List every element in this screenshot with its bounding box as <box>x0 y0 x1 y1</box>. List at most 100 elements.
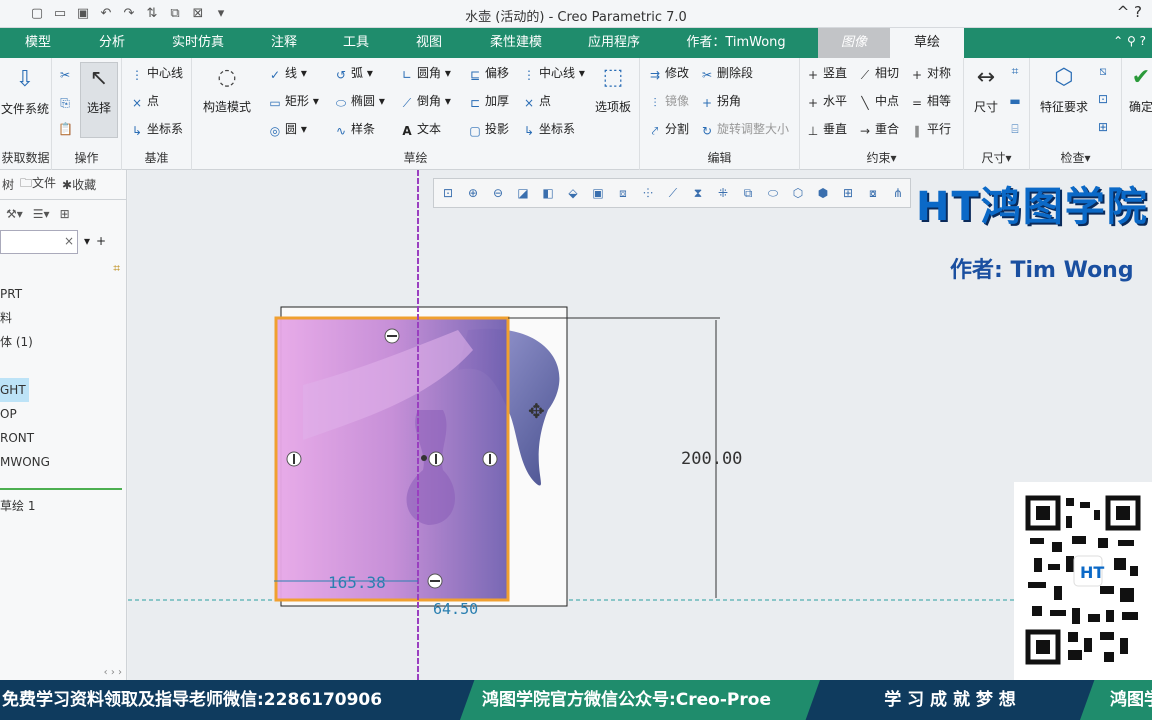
thicken-button[interactable]: ⊏ 加厚 <box>468 92 509 110</box>
midpoint-constraint-button[interactable]: ╲ 中点 <box>858 92 899 110</box>
tree-item-selected[interactable]: GHT <box>0 378 126 402</box>
tree-item[interactable]: 料 <box>0 306 126 330</box>
dimension-small[interactable]: 64.50 <box>433 600 478 618</box>
overlapping-geometry-icon[interactable]: ⊞ <box>1096 118 1113 134</box>
sketch-view-icon[interactable]: ⟋ <box>665 185 681 201</box>
tree-search-input[interactable]: × <box>0 230 78 254</box>
dimension-button[interactable]: ↔ 尺寸 <box>966 62 1006 115</box>
rotate-resize-button[interactable]: ↻ 旋转调整大小 <box>700 120 789 138</box>
panel-tab-tree[interactable]: 树 <box>2 176 14 193</box>
section-icon[interactable]: ⧇ <box>865 185 881 201</box>
tab-applications[interactable]: 应用程序 <box>576 28 652 58</box>
sketch-point-button[interactable]: × 点 <box>522 92 551 110</box>
cut-icon[interactable]: ✂ <box>58 66 75 82</box>
dimension-width[interactable]: 165.38 <box>328 573 386 592</box>
offset-button[interactable]: ⊑ 偏移 <box>468 64 509 82</box>
modify-button[interactable]: ⇉ 修改 <box>648 64 689 82</box>
search-dropdown-icon[interactable]: ▾ <box>84 234 90 248</box>
sketch-canvas[interactable]: ✥ 200.00 165.38 64.50 <box>128 170 1152 680</box>
datum-csys-button[interactable]: ↳ 坐标系 <box>130 120 183 138</box>
tab-flexible-modeling[interactable]: 柔性建模 <box>478 28 554 58</box>
shade-closed-loops-icon[interactable]: ⊡ <box>1096 90 1113 106</box>
palette-button[interactable]: ⬚ 选项板 <box>590 62 636 115</box>
file-system-button[interactable]: ⇩ 文件系统 <box>0 64 50 117</box>
group-label-constraint[interactable]: 约束▾ <box>800 149 963 166</box>
repaint-icon[interactable]: ◪ <box>515 185 531 201</box>
arc-button[interactable]: ↺ 弧 ▾ <box>334 64 373 82</box>
tab-model[interactable]: 模型 <box>10 28 66 58</box>
tree-columns-icon[interactable]: ⊞ <box>60 207 70 221</box>
clear-search-icon[interactable]: × <box>64 234 74 248</box>
tree-scroll-arrows[interactable]: ‹ › › <box>104 667 122 678</box>
datum-point-button[interactable]: × 点 <box>130 92 159 110</box>
spline-button[interactable]: ∿ 样条 <box>334 120 375 138</box>
tab-tools[interactable]: 工具 <box>330 28 382 58</box>
symmetric-constraint-button[interactable]: + 对称 <box>910 64 951 82</box>
group-label-dim[interactable]: 尺寸▾ <box>964 149 1029 166</box>
window-controls[interactable]: ^ ? <box>1117 3 1142 21</box>
saved-orientations-icon[interactable]: ⬙ <box>565 185 581 201</box>
paste-icon[interactable]: 📋 <box>58 120 75 136</box>
sketch-csys-button[interactable]: ↳ 坐标系 <box>522 120 575 138</box>
sketch-centerline-button[interactable]: ⋮ 中心线 ▾ <box>522 64 585 82</box>
sketch-orientation-icon[interactable]: ⬢ <box>815 185 831 201</box>
corner-button[interactable]: + 拐角 <box>700 92 741 110</box>
parallel-constraint-button[interactable]: ∥ 平行 <box>910 120 951 138</box>
vertical-constraint-button[interactable]: + 竖直 <box>806 64 847 82</box>
perpendicular-constraint-button[interactable]: ⊥ 垂直 <box>806 120 847 138</box>
graphics-area[interactable]: ✥ 200.00 165.38 64.50 ⊡ ⊕ ⊖ ◪ ◧ ⬙ ▣ ⧈ ⸭ … <box>128 170 1152 680</box>
panel-tab-folder[interactable]: 🗀文件 <box>20 174 56 195</box>
tree-filter-icon[interactable]: ☰▾ <box>33 207 50 221</box>
ellipse-button[interactable]: ⬭ 椭圆 ▾ <box>334 92 385 110</box>
fillet-button[interactable]: ∟ 圆角 ▾ <box>400 64 451 82</box>
text-button[interactable]: A 文本 <box>400 120 441 138</box>
project-button[interactable]: ▢ 投影 <box>468 120 509 138</box>
line-button[interactable]: ✓ 线 ▾ <box>268 64 307 82</box>
display-style-icon[interactable]: ◧ <box>540 185 556 201</box>
circle-button[interactable]: ◎ 圆 ▾ <box>268 120 307 138</box>
group-label-inspect[interactable]: 检查▾ <box>1030 149 1121 166</box>
tab-annotate[interactable]: 注释 <box>256 28 312 58</box>
tangent-constraint-button[interactable]: ⟋ 相切 <box>858 64 899 82</box>
select-button[interactable]: ↖ 选择 <box>80 62 118 138</box>
add-filter-icon[interactable]: + <box>96 234 106 248</box>
delete-segment-button[interactable]: ✂ 删除段 <box>700 64 753 82</box>
tree-item[interactable]: 体 (1) <box>0 330 126 354</box>
datum-display-icon[interactable]: ⸭ <box>640 185 656 201</box>
grid-display-icon[interactable]: ⁜ <box>715 185 731 201</box>
tab-sketch[interactable]: 草绘 <box>890 28 964 58</box>
tab-image[interactable]: 图像 <box>818 28 890 58</box>
tree-settings-icon[interactable]: ⚒▾ <box>6 207 23 221</box>
chamfer-button[interactable]: ⟋ 倒角 ▾ <box>400 92 451 110</box>
rectangle-button[interactable]: ▭ 矩形 ▾ <box>268 92 319 110</box>
view-manager-icon[interactable]: ▣ <box>590 185 606 201</box>
zoom-in-icon[interactable]: ⊕ <box>465 185 481 201</box>
help-icon[interactable]: ⌃ ⚲ ? <box>1113 34 1146 48</box>
tree-item-sketch[interactable]: 草绘 1 <box>0 494 126 518</box>
perspective-icon[interactable]: ⧈ <box>615 185 631 201</box>
reference-dim-icon[interactable]: ⌸ <box>1008 120 1025 136</box>
tree-marker-icon[interactable]: ⌗ <box>0 254 126 282</box>
tab-simulation[interactable]: 实时仿真 <box>160 28 236 58</box>
horizontal-constraint-button[interactable]: + 水平 <box>806 92 847 110</box>
zoom-out-icon[interactable]: ⊖ <box>490 185 506 201</box>
tab-analysis[interactable]: 分析 <box>84 28 140 58</box>
baseline-dim-icon[interactable]: ▬ <box>1008 92 1025 108</box>
tab-author[interactable]: 作者：TimWong <box>676 28 796 58</box>
construct-mode-button[interactable]: ◌ 构造模式 <box>198 62 256 115</box>
spin-center-icon[interactable]: ⬡ <box>790 185 806 201</box>
vertex-display-icon[interactable]: ⧉ <box>740 185 756 201</box>
ok-button[interactable]: ✔ 确定 <box>1124 62 1152 115</box>
annotation-display-icon[interactable]: ⬭ <box>765 185 781 201</box>
mirror-button[interactable]: ⫶ 镜像 <box>648 92 689 110</box>
perimeter-dim-icon[interactable]: ⌗ <box>1008 62 1025 78</box>
feature-requirements-button[interactable]: ⬡ 特征要求 <box>1034 62 1094 115</box>
divide-button[interactable]: ⤤ 分割 <box>648 120 689 138</box>
appearance-icon[interactable]: ⊞ <box>840 185 856 201</box>
dimension-height[interactable]: 200.00 <box>681 449 742 469</box>
tree-item[interactable]: MWONG <box>0 450 126 474</box>
tree-item[interactable]: OP <box>0 402 126 426</box>
tree-item[interactable]: RONT <box>0 426 126 450</box>
refit-icon[interactable]: ⊡ <box>440 185 456 201</box>
node-icon[interactable]: ⋔ <box>890 185 906 201</box>
